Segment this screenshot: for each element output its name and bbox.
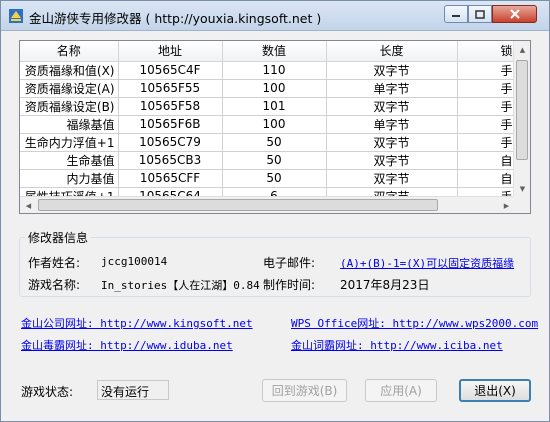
date-value: 2017年8月23日 (340, 278, 430, 292)
cell-address: 10565F58 (118, 97, 223, 116)
table-row[interactable]: 生命基值10565CB350双字节自动锁定 (20, 151, 530, 170)
cell-value: 50 (222, 169, 327, 188)
client-area: 名称地址数值长度锁定类型 资质福缘和值(X)10565C4F110双字节手动修改… (9, 32, 541, 415)
minimize-icon (452, 15, 460, 17)
return-to-game-button[interactable]: 回到游戏(B) (262, 379, 347, 402)
table-row[interactable]: 资质福缘设定(B)10565F58101双字节手动修改 (20, 97, 530, 116)
cell-address: 10565F55 (118, 79, 223, 98)
minimize-button[interactable] (444, 5, 468, 23)
cell-address: 10565C79 (118, 133, 223, 152)
game-name-label: 游戏名称: (28, 278, 81, 292)
cheat-table[interactable]: 名称地址数值长度锁定类型 资质福缘和值(X)10565C4F110双字节手动修改… (19, 40, 531, 214)
column-address-header[interactable]: 地址 (118, 41, 223, 62)
cell-address: 10565CFF (118, 169, 223, 188)
cell-name: 生命内力浮值+1 (20, 133, 119, 152)
duba-site-link[interactable]: 金山毒霸网址: http://www.iduba.net (21, 337, 233, 353)
column-name-header[interactable]: 名称 (20, 41, 119, 62)
game-status-value: 没有运行 (97, 380, 169, 400)
cell-value: 50 (222, 151, 327, 170)
game-name-value: In_stories【人在江湖】0.84 (101, 279, 260, 292)
table-header-row: 名称地址数值长度锁定类型 (20, 41, 530, 62)
ciba-site-link[interactable]: 金山词霸网址: http://www.iciba.net (291, 337, 503, 353)
cell-name: 福缘基值 (20, 115, 119, 134)
cell-address: 10565CB3 (118, 151, 223, 170)
cell-name: 内力基值 (20, 169, 119, 188)
author-value: jccg100014 (101, 255, 168, 268)
email-link[interactable]: (A)+(B)-1=(X)可以固定资质福缘 (340, 255, 514, 271)
exit-button[interactable]: 退出(X) (459, 379, 531, 402)
wps-site-link[interactable]: WPS Office网址: http://www.wps2000.com (291, 315, 538, 331)
cell-value: 101 (222, 97, 327, 116)
cell-length: 双字节 (326, 133, 458, 152)
cell-value: 100 (222, 79, 327, 98)
scroll-down-icon[interactable]: ▼ (514, 180, 530, 197)
column-length-header[interactable]: 长度 (326, 41, 458, 62)
editor-window: 金山游侠专用修改器 ( http://youxia.kingsoft.net )… (0, 0, 550, 422)
close-icon (509, 8, 520, 19)
cell-name: 资质福缘设定(B) (20, 97, 119, 116)
cell-value: 100 (222, 115, 327, 134)
cell-length: 单字节 (326, 115, 458, 134)
cell-length: 双字节 (326, 151, 458, 170)
author-label: 作者姓名: (28, 256, 81, 270)
cell-value: 110 (222, 61, 327, 80)
scroll-up-icon[interactable]: ▲ (514, 41, 530, 58)
column-value-header[interactable]: 数值 (222, 41, 327, 62)
cell-name: 资质福缘设定(A) (20, 79, 119, 98)
cell-length: 双字节 (326, 169, 458, 188)
table-row[interactable]: 福缘基值10565F6B100单字节手动修改 (20, 115, 530, 134)
cell-address: 10565C4F (118, 61, 223, 80)
title-bar[interactable]: 金山游侠专用修改器 ( http://youxia.kingsoft.net ) (1, 1, 549, 31)
kingsoft-site-link[interactable]: 金山公司网址: http://www.kingsoft.net (21, 315, 253, 331)
table-row[interactable]: 资质福缘和值(X)10565C4F110双字节手动修改 (20, 61, 530, 80)
email-label: 电子邮件: (263, 256, 316, 270)
scrollbar-corner (513, 196, 530, 213)
cell-length: 双字节 (326, 97, 458, 116)
info-group-title: 修改器信息 (25, 229, 92, 246)
cell-length: 双字节 (326, 61, 458, 80)
vertical-scrollbar[interactable]: ▲ ▼ (513, 41, 530, 197)
cell-address: 10565F6B (118, 115, 223, 134)
close-button[interactable] (492, 5, 537, 23)
cell-length: 单字节 (326, 79, 458, 98)
maximize-icon (475, 9, 485, 19)
app-icon (8, 8, 24, 24)
cell-name: 生命基值 (20, 151, 119, 170)
apply-button[interactable]: 应用(A) (365, 379, 437, 402)
cell-value: 50 (222, 133, 327, 152)
vertical-scroll-thumb[interactable] (516, 60, 528, 160)
game-status-label: 游戏状态: (21, 385, 74, 399)
maximize-button[interactable] (468, 5, 492, 23)
horizontal-scroll-thumb[interactable] (38, 199, 438, 211)
table-row[interactable]: 生命内力浮值+110565C7950双字节手动修改 (20, 133, 530, 152)
scroll-left-icon[interactable]: ◀ (20, 197, 37, 213)
date-label: 制作时间: (263, 278, 316, 292)
table-row[interactable]: 内力基值10565CFF50双字节自动锁定 (20, 169, 530, 188)
table-row[interactable]: 资质福缘设定(A)10565F55100单字节手动修改 (20, 79, 530, 98)
window-title: 金山游侠专用修改器 ( http://youxia.kingsoft.net ) (29, 11, 322, 26)
horizontal-scrollbar[interactable]: ◀ ▶ (20, 196, 515, 213)
cell-name: 资质福缘和值(X) (20, 61, 119, 80)
